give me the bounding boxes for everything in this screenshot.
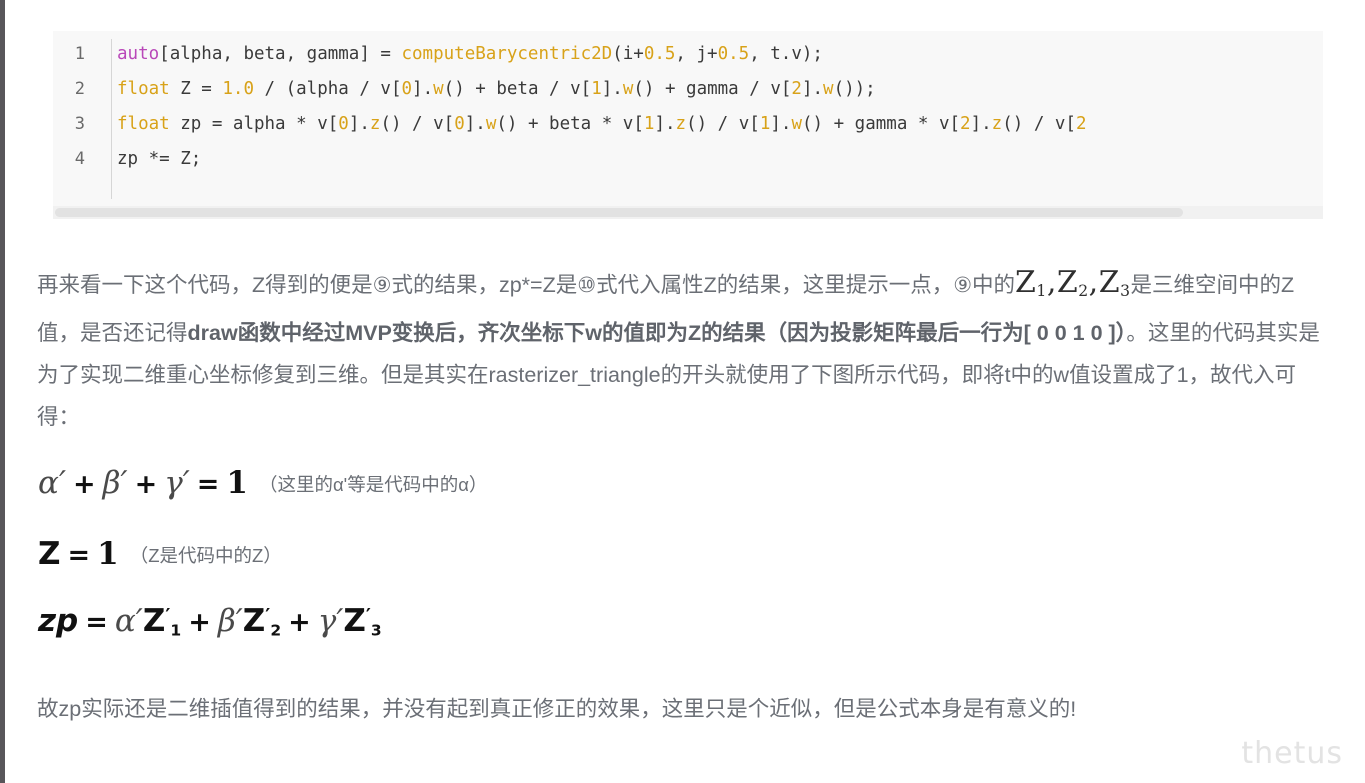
gamma-symbol: γ (317, 603, 337, 639)
prose-seg-1: 再来看一下这个代码，Z得到的便是 (37, 273, 373, 297)
code-horizontal-scrollbar[interactable] (53, 206, 1323, 219)
z1-term: Z′1 (142, 603, 182, 640)
alpha-symbol: α (114, 603, 136, 639)
formula-z-equals-one: Z = 1 （Z是代码中的Z） (38, 536, 282, 572)
prose-seg-4: 中的 (972, 273, 1016, 297)
z3-term: Z′3 (343, 603, 382, 640)
formula-note: （这里的α'等是代码中的α） (258, 474, 488, 495)
code-line-text: float zp = alpha * v[0].z() / v[0].w() +… (117, 114, 1087, 134)
explanation-paragraph: 再来看一下这个代码，Z得到的便是⑨式的结果，zp*=Z是⑩式代入属性Z的结果，这… (37, 262, 1327, 438)
code-line-number: 4 (74, 149, 85, 169)
formula-barycentric-sum: α′ + β′ + γ′ = 1 （这里的α'等是代码中的α） (38, 465, 487, 501)
watermark: thetus (1241, 736, 1343, 771)
code-line-number: 3 (74, 114, 85, 134)
prime-3: ′ (182, 465, 190, 501)
code-line: 3 float zp = alpha * v[0].z() / v[0].w()… (53, 114, 1323, 149)
prime-b: ′ (235, 603, 243, 639)
prose-bold-segment: draw函数中经过MVP变换后，齐次坐标下w的值即为Z的结果（因为投影矩阵最后一… (187, 320, 1127, 345)
left-edge-strip (0, 0, 10, 783)
formula-note: （Z是代码中的Z） (129, 545, 282, 566)
code-line-number: 2 (74, 79, 85, 99)
value-one: 1 (97, 536, 119, 572)
circled-nine-2: ⑨ (953, 274, 973, 297)
math-z3: Z3 (1098, 265, 1131, 300)
prose-seg-3: 式代入属性Z的结果，这里提示一点， (596, 273, 954, 297)
beta-symbol: β (102, 465, 121, 501)
code-scrollbar-thumb[interactable] (55, 208, 1183, 217)
prose-seg-2: 式的结果，zp*=Z是 (391, 273, 578, 297)
plus-1: + (188, 607, 211, 638)
beta-symbol: β (217, 603, 236, 639)
code-line-text: auto[alpha, beta, gamma] = computeBaryce… (117, 44, 823, 64)
prime-2: ′ (120, 465, 128, 501)
plus-2: + (288, 607, 311, 638)
code-line: 4 zp *= Z; (53, 149, 1323, 184)
gamma-symbol: γ (164, 465, 183, 501)
code-line-text: zp *= Z; (117, 149, 202, 169)
code-lines: 1 auto[alpha, beta, gamma] = computeBary… (53, 44, 1323, 184)
plus-2: + (134, 469, 158, 500)
page-root: 1 auto[alpha, beta, gamma] = computeBary… (0, 0, 1365, 783)
math-comma-2: , (1088, 265, 1099, 300)
plus-1: + (72, 469, 96, 500)
z2-term: Z′2 (242, 603, 282, 640)
math-z1: Z1 (1015, 265, 1047, 300)
equals-sign: = (67, 540, 91, 571)
zp-symbol: zp (38, 603, 79, 639)
circled-ten: ⑩ (577, 274, 597, 297)
alpha-symbol: α (38, 465, 59, 501)
z-symbol: Z (38, 536, 61, 572)
code-line-text: float Z = 1.0 / (alpha / v[0].w() + beta… (117, 79, 876, 99)
prime-a: ′ (135, 603, 143, 639)
formula-zp-interpolation: zp = α′Z′1 + β′Z′2 + γ′Z′3 (38, 603, 382, 640)
equals-sign: = (196, 469, 220, 500)
code-line: 1 auto[alpha, beta, gamma] = computeBary… (53, 44, 1323, 79)
math-comma-1: , (1046, 265, 1057, 300)
math-z2: Z2 (1056, 265, 1089, 300)
prose-text: 再来看一下这个代码，Z得到的便是⑨式的结果，zp*=Z是⑩式代入属性Z的结果，这… (37, 262, 1327, 438)
value-one: 1 (226, 465, 248, 501)
circled-nine: ⑨ (372, 274, 392, 297)
conclusion-paragraph: 故zp实际还是二维插值得到的结果，并没有起到真正修正的效果，这里只是个近似，但是… (37, 688, 1322, 730)
code-line: 2 float Z = 1.0 / (alpha / v[0].w() + be… (53, 79, 1323, 114)
prime-1: ′ (58, 465, 66, 501)
conclusion-text: 故zp实际还是二维插值得到的结果，并没有起到真正修正的效果，这里只是个近似，但是… (37, 697, 1077, 721)
code-block[interactable]: 1 auto[alpha, beta, gamma] = computeBary… (53, 31, 1323, 219)
code-line-number: 1 (74, 44, 85, 64)
equals-sign: = (85, 607, 108, 638)
